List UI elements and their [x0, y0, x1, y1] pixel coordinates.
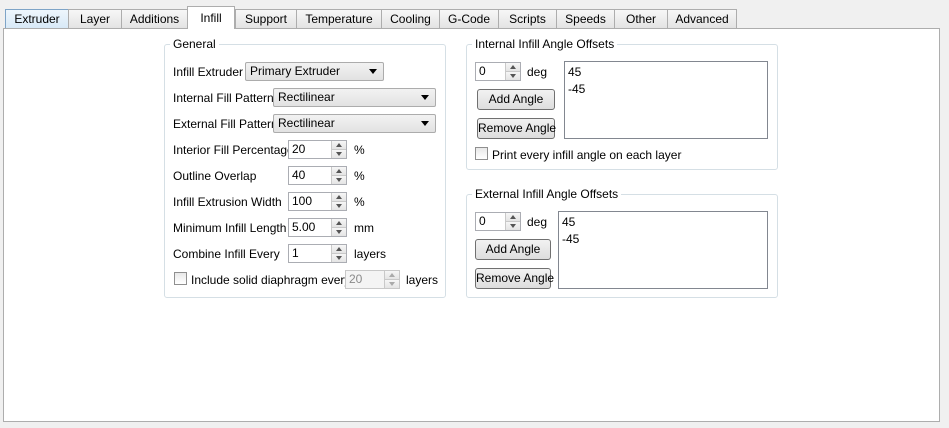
interior-fill-percentage-spinbox[interactable]: 20: [288, 140, 347, 159]
internal-fill-pattern-label: Internal Fill Pattern: [173, 91, 274, 105]
spinbox-buttons: [331, 219, 346, 236]
external-angle-value: 0: [479, 214, 486, 228]
internal-remove-angle-button[interactable]: Remove Angle: [477, 118, 556, 139]
external-angle-unit: deg: [527, 215, 548, 229]
internal-angles-list[interactable]: 45 -45: [564, 61, 768, 139]
solid-diaphragm-label: Include solid diaphragm every: [191, 273, 351, 287]
solid-diaphragm-spinbox[interactable]: 20: [345, 270, 400, 289]
solid-diaphragm-checkbox[interactable]: [174, 272, 187, 285]
spinbox-buttons: [331, 141, 346, 158]
combine-infill-every-spinbox[interactable]: 1: [288, 244, 347, 263]
internal-offsets-title: Internal Infill Angle Offsets: [475, 37, 615, 51]
panel-content: General Infill Extruder Primary Extruder…: [0, 0, 949, 428]
spinbox-buttons: [505, 213, 520, 230]
solid-diaphragm-unit: layers: [406, 273, 439, 287]
outline-overlap-label: Outline Overlap: [173, 169, 257, 183]
external-add-angle-button[interactable]: Add Angle: [475, 239, 551, 260]
spin-up-icon[interactable]: [506, 213, 520, 222]
combine-infill-every-label: Combine Infill Every: [173, 247, 280, 261]
spinbox-buttons: [384, 271, 399, 288]
chevron-down-icon: [421, 121, 429, 126]
spinbox-buttons: [505, 63, 520, 80]
spinbox-buttons: [331, 167, 346, 184]
solid-diaphragm-value: 20: [349, 272, 363, 286]
spinbox-buttons: [331, 245, 346, 262]
spin-up-icon[interactable]: [332, 193, 346, 202]
internal-angle-unit: deg: [527, 65, 548, 79]
outline-overlap-unit: %: [354, 169, 365, 183]
spin-down-icon[interactable]: [332, 202, 346, 210]
spin-up-icon[interactable]: [332, 141, 346, 150]
list-item[interactable]: 45: [568, 64, 764, 81]
minimum-infill-length-unit: mm: [354, 221, 374, 235]
spin-down-icon[interactable]: [506, 72, 520, 80]
minimum-infill-length-value: 5.00: [292, 220, 316, 234]
infill-extrusion-width-spinbox[interactable]: 100: [288, 192, 347, 211]
infill-extrusion-width-value: 100: [292, 194, 313, 208]
external-angle-spinbox[interactable]: 0: [475, 212, 521, 231]
internal-angle-value: 0: [479, 64, 486, 78]
outline-overlap-value: 40: [292, 168, 306, 182]
interior-fill-percentage-unit: %: [354, 143, 365, 157]
outline-overlap-spinbox[interactable]: 40: [288, 166, 347, 185]
internal-add-angle-button[interactable]: Add Angle: [477, 89, 555, 110]
infill-extruder-select[interactable]: Primary Extruder: [245, 62, 384, 81]
chevron-down-icon: [369, 69, 377, 74]
list-item[interactable]: -45: [568, 81, 764, 98]
spin-up-icon[interactable]: [506, 63, 520, 72]
spin-down-icon[interactable]: [332, 176, 346, 184]
spin-up-icon[interactable]: [332, 245, 346, 254]
interior-fill-percentage-value: 20: [292, 142, 306, 156]
spinbox-buttons: [331, 193, 346, 210]
infill-extruder-value: Primary Extruder: [250, 64, 341, 78]
spin-down-icon[interactable]: [332, 150, 346, 158]
print-every-angle-checkbox[interactable]: [475, 147, 488, 160]
internal-angle-spinbox[interactable]: 0: [475, 62, 521, 81]
minimum-infill-length-label: Minimum Infill Length: [173, 221, 287, 235]
external-fill-pattern-label: External Fill Pattern: [173, 117, 278, 131]
print-every-angle-label: Print every infill angle on each layer: [492, 148, 682, 162]
spin-down-icon[interactable]: [385, 280, 399, 288]
chevron-down-icon: [421, 95, 429, 100]
spin-up-icon[interactable]: [332, 219, 346, 228]
list-item[interactable]: -45: [562, 231, 764, 248]
general-group-title: General: [173, 37, 216, 51]
external-fill-pattern-value: Rectilinear: [278, 116, 335, 130]
external-offsets-title: External Infill Angle Offsets: [475, 187, 619, 201]
spin-up-icon[interactable]: [332, 167, 346, 176]
interior-fill-percentage-label: Interior Fill Percentage: [173, 143, 294, 157]
infill-extruder-label: Infill Extruder: [173, 65, 244, 79]
external-angles-list[interactable]: 45 -45: [558, 211, 768, 289]
infill-extrusion-width-label: Infill Extrusion Width: [173, 195, 282, 209]
combine-infill-every-unit: layers: [354, 247, 387, 261]
combine-infill-every-value: 1: [292, 246, 299, 260]
spin-down-icon[interactable]: [332, 228, 346, 236]
spin-up-icon[interactable]: [385, 271, 399, 280]
external-remove-angle-button[interactable]: Remove Angle: [475, 268, 554, 289]
internal-fill-pattern-select[interactable]: Rectilinear: [273, 88, 436, 107]
spin-down-icon[interactable]: [506, 222, 520, 230]
minimum-infill-length-spinbox[interactable]: 5.00: [288, 218, 347, 237]
spin-down-icon[interactable]: [332, 254, 346, 262]
infill-extrusion-width-unit: %: [354, 195, 365, 209]
internal-fill-pattern-value: Rectilinear: [278, 90, 335, 104]
list-item[interactable]: 45: [562, 214, 764, 231]
external-fill-pattern-select[interactable]: Rectilinear: [273, 114, 436, 133]
